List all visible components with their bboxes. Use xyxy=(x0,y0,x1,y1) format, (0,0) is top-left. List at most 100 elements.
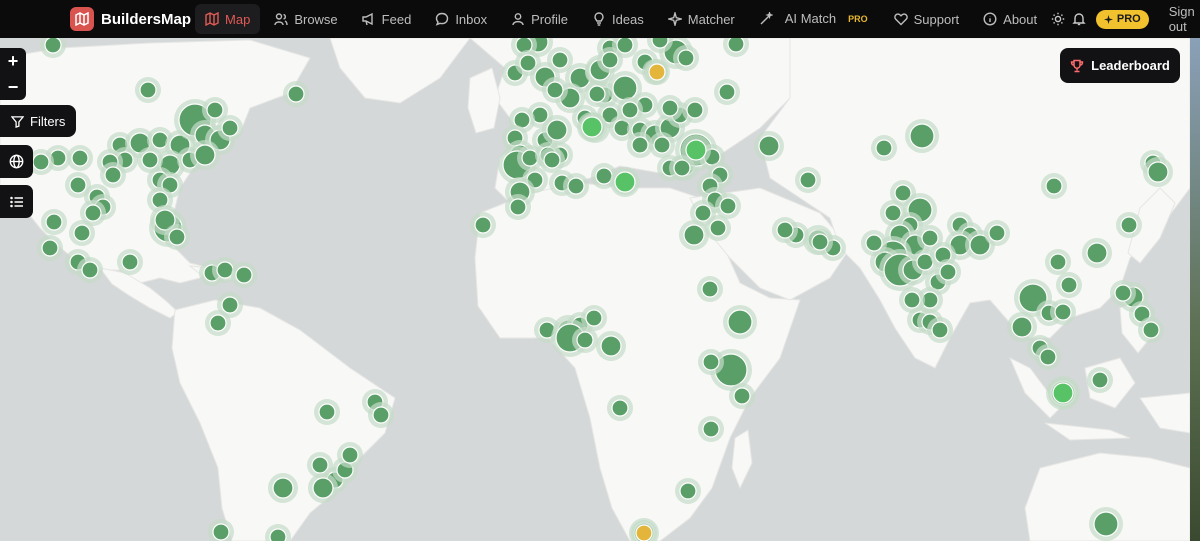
builder-marker[interactable] xyxy=(776,221,794,239)
builder-marker[interactable] xyxy=(546,81,564,99)
builder-marker[interactable] xyxy=(287,85,305,103)
pro-upgrade-button[interactable]: PRO xyxy=(1095,9,1149,29)
builder-marker-highlight[interactable] xyxy=(685,139,707,161)
builder-marker[interactable] xyxy=(709,219,727,237)
builder-marker[interactable] xyxy=(194,144,216,166)
builder-marker[interactable] xyxy=(1011,316,1033,338)
builder-marker[interactable] xyxy=(1091,371,1109,389)
builder-marker[interactable] xyxy=(84,204,102,222)
builder-marker-gold[interactable] xyxy=(648,63,666,81)
builder-marker[interactable] xyxy=(139,81,157,99)
builder-marker[interactable] xyxy=(1054,303,1072,321)
builder-marker[interactable] xyxy=(651,38,669,49)
theme-toggle-button[interactable] xyxy=(1049,5,1067,33)
builder-marker[interactable] xyxy=(653,136,671,154)
builder-marker[interactable] xyxy=(679,482,697,500)
nav-item-browse[interactable]: Browse xyxy=(264,4,347,34)
nav-item-ideas[interactable]: Ideas xyxy=(582,4,654,34)
builder-marker[interactable] xyxy=(576,331,594,349)
builder-marker[interactable] xyxy=(141,151,159,169)
builder-marker[interactable] xyxy=(1060,276,1078,294)
builder-marker[interactable] xyxy=(121,253,139,271)
nav-item-inbox[interactable]: Inbox xyxy=(425,4,497,34)
builder-marker[interactable] xyxy=(32,153,50,171)
builder-marker[interactable] xyxy=(612,75,638,101)
builder-marker[interactable] xyxy=(474,216,492,234)
builder-marker[interactable] xyxy=(1045,177,1063,195)
builder-marker[interactable] xyxy=(209,314,227,332)
builder-marker-gold[interactable] xyxy=(635,524,653,541)
builder-marker[interactable] xyxy=(551,51,569,69)
builder-marker[interactable] xyxy=(621,101,639,119)
builder-marker[interactable] xyxy=(543,151,561,169)
builder-marker[interactable] xyxy=(758,135,780,157)
builder-marker[interactable] xyxy=(595,167,613,185)
nav-item-map[interactable]: Map xyxy=(195,4,261,34)
builder-marker[interactable] xyxy=(702,420,720,438)
builder-marker[interactable] xyxy=(45,213,63,231)
brand[interactable]: BuildersMap xyxy=(70,0,191,38)
builder-marker[interactable] xyxy=(588,85,606,103)
notifications-button[interactable] xyxy=(1070,5,1088,33)
filters-button[interactable]: Filters xyxy=(0,105,76,137)
nav-item-support[interactable]: Support xyxy=(884,4,970,34)
builder-marker[interactable] xyxy=(1039,348,1057,366)
builder-marker[interactable] xyxy=(567,177,585,195)
builder-marker-highlight[interactable] xyxy=(614,171,636,193)
sign-out-link[interactable]: Sign out xyxy=(1169,4,1200,34)
builder-marker[interactable] xyxy=(727,309,753,335)
nav-item-ai-match[interactable]: AI Match PRO xyxy=(749,4,872,34)
builder-marker[interactable] xyxy=(733,387,751,405)
builder-marker[interactable] xyxy=(988,224,1006,242)
builder-marker-highlight[interactable] xyxy=(1052,382,1074,404)
builder-marker[interactable] xyxy=(909,123,935,149)
builder-marker[interactable] xyxy=(616,38,634,54)
builder-marker[interactable] xyxy=(903,291,921,309)
globe-view-button[interactable] xyxy=(0,145,33,178)
builder-marker[interactable] xyxy=(875,139,893,157)
builder-marker[interactable] xyxy=(44,38,62,54)
builder-marker[interactable] xyxy=(1086,242,1108,264)
builder-marker[interactable] xyxy=(1114,284,1132,302)
nav-item-profile[interactable]: Profile xyxy=(501,4,578,34)
builder-marker[interactable] xyxy=(727,38,745,53)
builder-marker[interactable] xyxy=(206,101,224,119)
builder-marker[interactable] xyxy=(221,296,239,314)
builder-marker[interactable] xyxy=(585,309,603,327)
builder-marker[interactable] xyxy=(677,49,695,67)
builder-marker[interactable] xyxy=(811,233,829,251)
builder-marker[interactable] xyxy=(71,149,89,167)
builder-marker[interactable] xyxy=(600,335,622,357)
builder-marker[interactable] xyxy=(1147,161,1169,183)
leaderboard-button[interactable]: Leaderboard xyxy=(1060,48,1180,83)
builder-marker[interactable] xyxy=(341,446,359,464)
nav-item-matcher[interactable]: Matcher xyxy=(658,4,745,34)
builder-marker[interactable] xyxy=(884,204,902,222)
builder-marker[interactable] xyxy=(41,239,59,257)
builder-marker[interactable] xyxy=(939,263,957,281)
builder-marker[interactable] xyxy=(719,197,737,215)
builder-marker[interactable] xyxy=(702,353,720,371)
builder-marker[interactable] xyxy=(272,477,294,499)
builder-marker[interactable] xyxy=(318,403,336,421)
builder-marker[interactable] xyxy=(631,136,649,154)
builder-marker[interactable] xyxy=(1120,216,1138,234)
builder-marker[interactable] xyxy=(168,228,186,246)
builder-marker[interactable] xyxy=(701,280,719,298)
world-map[interactable] xyxy=(0,38,1190,541)
builder-marker[interactable] xyxy=(799,171,817,189)
zoom-in-button[interactable]: + xyxy=(0,48,26,74)
nav-item-feed[interactable]: Feed xyxy=(352,4,422,34)
builder-marker[interactable] xyxy=(1049,253,1067,271)
nav-item-about[interactable]: About xyxy=(973,4,1047,34)
builder-marker[interactable] xyxy=(73,224,91,242)
builder-marker[interactable] xyxy=(686,101,704,119)
builder-marker[interactable] xyxy=(312,477,334,499)
builder-marker[interactable] xyxy=(921,229,939,247)
builder-marker[interactable] xyxy=(216,261,234,279)
builder-marker[interactable] xyxy=(865,234,883,252)
builder-marker[interactable] xyxy=(931,321,949,339)
builder-marker[interactable] xyxy=(1093,511,1119,537)
list-view-button[interactable] xyxy=(0,185,33,218)
builder-marker[interactable] xyxy=(311,456,329,474)
